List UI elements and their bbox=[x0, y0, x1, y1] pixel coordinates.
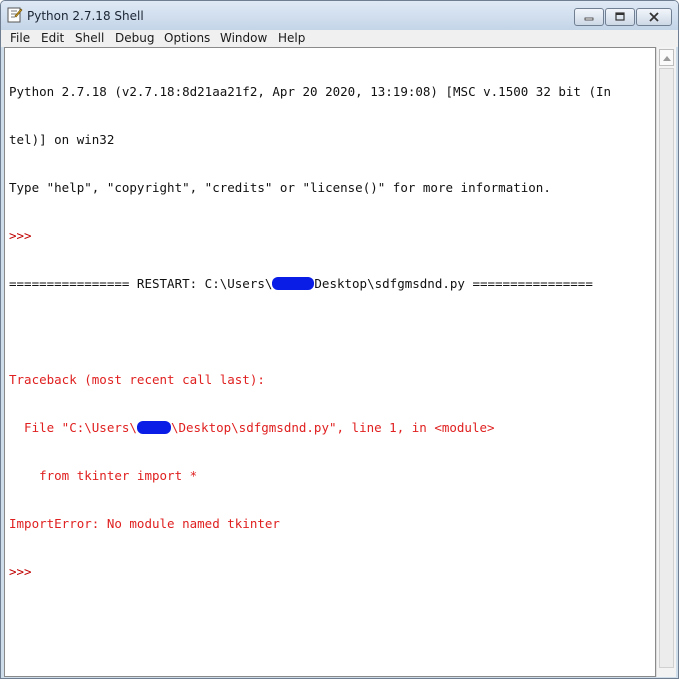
window-title: Python 2.7.18 Shell bbox=[27, 9, 144, 23]
menu-debug[interactable]: Debug bbox=[115, 31, 154, 45]
banner-line: Python 2.7.18 (v2.7.18:8d21aa21f2, Apr 2… bbox=[9, 84, 612, 99]
menu-edit[interactable]: Edit bbox=[41, 31, 64, 45]
scroll-up-button[interactable] bbox=[659, 49, 674, 66]
python-idle-icon bbox=[7, 7, 23, 23]
close-button[interactable] bbox=[636, 8, 672, 26]
chevron-up-icon bbox=[662, 55, 671, 61]
restart-suffix: Desktop\sdfgmsdnd.py ================ bbox=[314, 276, 593, 291]
close-icon bbox=[649, 12, 659, 22]
traceback-source-line: from tkinter import * bbox=[9, 468, 198, 483]
vertical-scrollbar[interactable] bbox=[656, 47, 676, 677]
file-suffix: \Desktop\sdfgmsdnd.py", line 1, in <modu… bbox=[170, 420, 495, 435]
redaction-mark bbox=[136, 421, 171, 434]
traceback-file-line: File "C:\Users\ \Desktop\sdfgmsdnd.py", l… bbox=[9, 420, 655, 436]
menu-window[interactable]: Window bbox=[220, 31, 267, 45]
banner-line: Type "help", "copyright", "credits" or "… bbox=[9, 180, 551, 195]
idle-shell-window: Python 2.7.18 Shell File Edit Shell Debu… bbox=[0, 0, 679, 679]
maximize-button[interactable] bbox=[605, 8, 635, 26]
menu-shell[interactable]: Shell bbox=[75, 31, 104, 45]
redaction-mark bbox=[272, 277, 315, 290]
shell-prompt: >>> bbox=[9, 564, 32, 579]
scrollbar-thumb[interactable] bbox=[659, 68, 674, 668]
restart-prefix: ================ RESTART: C:\Users\ bbox=[9, 276, 273, 291]
menu-file[interactable]: File bbox=[10, 31, 30, 45]
minimize-button[interactable] bbox=[574, 8, 604, 26]
banner-line: tel)] on win32 bbox=[9, 132, 115, 147]
menu-options[interactable]: Options bbox=[164, 31, 210, 45]
restart-line: ================ RESTART: C:\Users\ Deskt… bbox=[9, 276, 655, 292]
menu-help[interactable]: Help bbox=[278, 31, 305, 45]
maximize-icon bbox=[615, 12, 625, 21]
menu-bar: File Edit Shell Debug Options Window Hel… bbox=[1, 30, 678, 47]
title-bar[interactable]: Python 2.7.18 Shell bbox=[1, 1, 678, 30]
shell-text[interactable]: Python 2.7.18 (v2.7.18:8d21aa21f2, Apr 2… bbox=[9, 52, 655, 612]
error-message: ImportError: No module named tkinter bbox=[9, 516, 280, 531]
traceback-header: Traceback (most recent call last): bbox=[9, 372, 265, 387]
minimize-icon bbox=[584, 17, 594, 21]
file-prefix: File "C:\Users\ bbox=[9, 420, 137, 435]
shell-prompt: >>> bbox=[9, 228, 32, 243]
shell-output[interactable]: Python 2.7.18 (v2.7.18:8d21aa21f2, Apr 2… bbox=[4, 47, 656, 677]
